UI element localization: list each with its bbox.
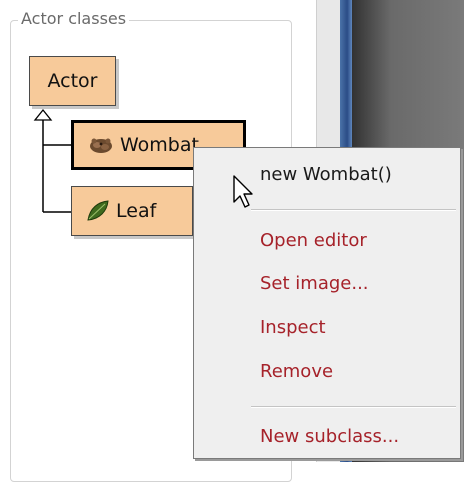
menu-item-new-wombat[interactable]: new Wombat() [260,164,392,185]
class-leaf[interactable]: Leaf [71,186,193,236]
menu-item-open-editor[interactable]: Open editor [260,230,367,251]
class-actor-label: Actor [47,70,98,92]
menu-item-remove[interactable]: Remove [260,361,333,382]
class-actor[interactable]: Actor [29,56,116,106]
mouse-pointer-icon [233,175,253,208]
menu-item-inspect[interactable]: Inspect [260,317,326,338]
class-wombat-label: Wombat [120,134,199,156]
menu-item-set-image[interactable]: Set image... [260,273,369,294]
class-leaf-label: Leaf [116,200,157,222]
wombat-icon [88,135,114,155]
menu-item-new-subclass[interactable]: New subclass... [260,426,399,447]
inheritance-arrowhead [33,108,53,121]
menu-separator [251,406,456,408]
menu-separator [251,209,456,211]
leaf-icon [86,200,110,222]
